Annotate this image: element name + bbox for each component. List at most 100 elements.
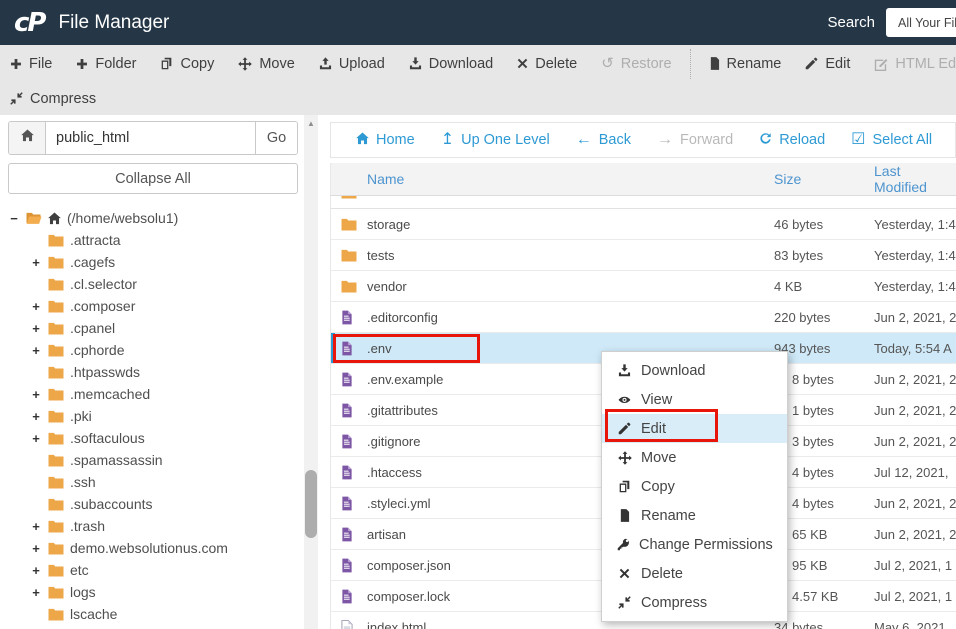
expand-toggle[interactable]: + <box>30 541 42 556</box>
tree-item[interactable]: .htpasswds <box>8 361 300 383</box>
toolbar-button[interactable]: HTML Editor <box>874 56 956 72</box>
page-icon <box>617 509 632 522</box>
tree-item[interactable]: + .cagefs <box>8 251 300 273</box>
file-modified: Jun 2, 2021, 2 <box>874 434 956 449</box>
list-nav-toolbar: Home ↥ Up One Level ← Back → Forward Rel… <box>330 122 956 158</box>
clipped-table-row[interactable] <box>331 196 956 209</box>
tree-item-label: .cpanel <box>70 320 115 336</box>
file-size: 943 bytes <box>774 341 874 356</box>
right-arrow-icon: → <box>657 132 673 148</box>
expand-toggle[interactable]: + <box>30 431 42 446</box>
tree-item[interactable]: + logs <box>8 581 300 603</box>
toolbar-button[interactable]: Move <box>238 56 294 72</box>
toolbar-button-label: File <box>29 56 52 72</box>
context-menu-item[interactable]: Copy <box>602 472 787 501</box>
tree-item[interactable]: + .pki <box>8 405 300 427</box>
toolbar-button[interactable]: Compress <box>10 91 96 107</box>
context-menu-item[interactable]: Move <box>602 443 787 472</box>
nav-button[interactable]: → Forward <box>657 132 733 148</box>
nav-button[interactable]: ← Back <box>576 132 631 148</box>
folder-icon <box>48 256 64 269</box>
context-menu-item[interactable]: Compress <box>602 588 787 617</box>
column-header-modified[interactable]: Last Modified <box>874 163 956 195</box>
tree-item-label: .trash <box>70 518 105 534</box>
tree-item[interactable]: + .cphorde <box>8 339 300 361</box>
toolbar-button[interactable]: Upload <box>319 56 385 72</box>
toolbar-button[interactable]: Rename <box>709 56 782 72</box>
table-row[interactable]: storage 46 bytes Yesterday, 1:4 <box>331 209 956 240</box>
tree-item[interactable]: + etc <box>8 559 300 581</box>
doc-icon <box>331 403 367 418</box>
folder-icon <box>331 249 367 262</box>
nav-button[interactable]: ↥ Up One Level <box>441 132 550 148</box>
file-size: 4 KB <box>774 279 874 294</box>
tree-item-label: .htpasswds <box>70 364 140 380</box>
tree-item[interactable]: + .memcached <box>8 383 300 405</box>
nav-button[interactable]: Reload <box>759 132 825 149</box>
tree-item[interactable]: + mail <box>8 625 300 629</box>
context-menu-item[interactable]: Change Permissions <box>602 530 787 559</box>
collapse-toggle[interactable]: − <box>8 211 20 226</box>
expand-toggle[interactable]: + <box>30 563 42 578</box>
context-menu-item-label: Delete <box>641 566 683 582</box>
toolbar-row-1: File Folder Copy Move Upload <box>0 45 956 82</box>
expand-toggle[interactable]: + <box>30 343 42 358</box>
tree-item[interactable]: + .softaculous <box>8 427 300 449</box>
nav-button-label: Home <box>376 132 415 148</box>
context-menu-item[interactable]: Delete <box>602 559 787 588</box>
toolbar-button-label: Rename <box>727 56 782 72</box>
tree-root[interactable]: − (/home/websolu1) <box>8 207 300 229</box>
doc-icon <box>331 310 367 325</box>
toolbar-button[interactable]: Delete <box>517 56 577 72</box>
tree-item[interactable]: .ssh <box>8 471 300 493</box>
context-menu-item-label: Change Permissions <box>639 537 773 553</box>
expand-toggle[interactable]: + <box>30 519 42 534</box>
tree-item[interactable]: + .trash <box>8 515 300 537</box>
plus-icon <box>10 58 22 70</box>
tree-item[interactable]: .cl.selector <box>8 273 300 295</box>
scroll-up-arrow[interactable]: ▲ <box>304 119 318 128</box>
search-input[interactable] <box>886 8 956 37</box>
tree-item[interactable]: + demo.websolutionus.com <box>8 537 300 559</box>
context-menu-item[interactable]: Download <box>602 356 787 385</box>
toolbar-button[interactable]: Folder <box>76 56 136 72</box>
expand-toggle[interactable]: + <box>30 409 42 424</box>
sidebar-scrollbar[interactable]: ▲ <box>304 115 318 629</box>
table-row[interactable]: vendor 4 KB Yesterday, 1:4 <box>331 271 956 302</box>
tree-item[interactable]: + .cpanel <box>8 317 300 339</box>
expand-toggle[interactable]: + <box>30 255 42 270</box>
home-button[interactable] <box>9 122 46 154</box>
table-row[interactable]: .editorconfig 220 bytes Jun 2, 2021, 2 <box>331 302 956 333</box>
nav-button[interactable]: Home <box>356 132 415 149</box>
expand-toggle[interactable]: + <box>30 299 42 314</box>
toolbar-button[interactable]: Copy <box>160 56 214 72</box>
toolbar-button[interactable]: File <box>10 56 52 72</box>
toolbar-button[interactable]: Download <box>409 56 494 72</box>
collapse-all-button[interactable]: Collapse All <box>8 163 298 194</box>
file-manager-window: cP File Manager Search File Folder Cop <box>0 0 956 629</box>
expand-toggle[interactable]: + <box>30 321 42 336</box>
tree-item[interactable]: + .composer <box>8 295 300 317</box>
expand-toggle[interactable]: + <box>30 585 42 600</box>
toolbar-button[interactable]: Edit <box>805 56 850 72</box>
toolbar-button-label: Edit <box>825 56 850 72</box>
tree-item[interactable]: .spamassassin <box>8 449 300 471</box>
column-header-size[interactable]: Size <box>774 171 874 187</box>
expand-toggle[interactable]: + <box>30 387 42 402</box>
tree-item-label: logs <box>70 584 96 600</box>
column-header-name[interactable]: Name <box>367 171 774 187</box>
toolbar-button-label: Move <box>259 56 294 72</box>
scrollbar-thumb[interactable] <box>305 470 317 538</box>
toolbar-button[interactable]: ↺ Restore <box>601 56 671 72</box>
tree-item[interactable]: .attracta <box>8 229 300 251</box>
context-menu-item[interactable]: Rename <box>602 501 787 530</box>
nav-button[interactable]: ☑ Select All <box>851 132 932 148</box>
table-row[interactable]: tests 83 bytes Yesterday, 1:4 <box>331 240 956 271</box>
context-menu-item-label: View <box>641 392 672 408</box>
file-modified: Jun 2, 2021, 2 <box>874 403 956 418</box>
folder-icon <box>48 278 64 291</box>
tree-item[interactable]: .subaccounts <box>8 493 300 515</box>
tree-item[interactable]: lscache <box>8 603 300 625</box>
go-button[interactable]: Go <box>255 122 297 154</box>
path-input[interactable] <box>46 122 255 154</box>
